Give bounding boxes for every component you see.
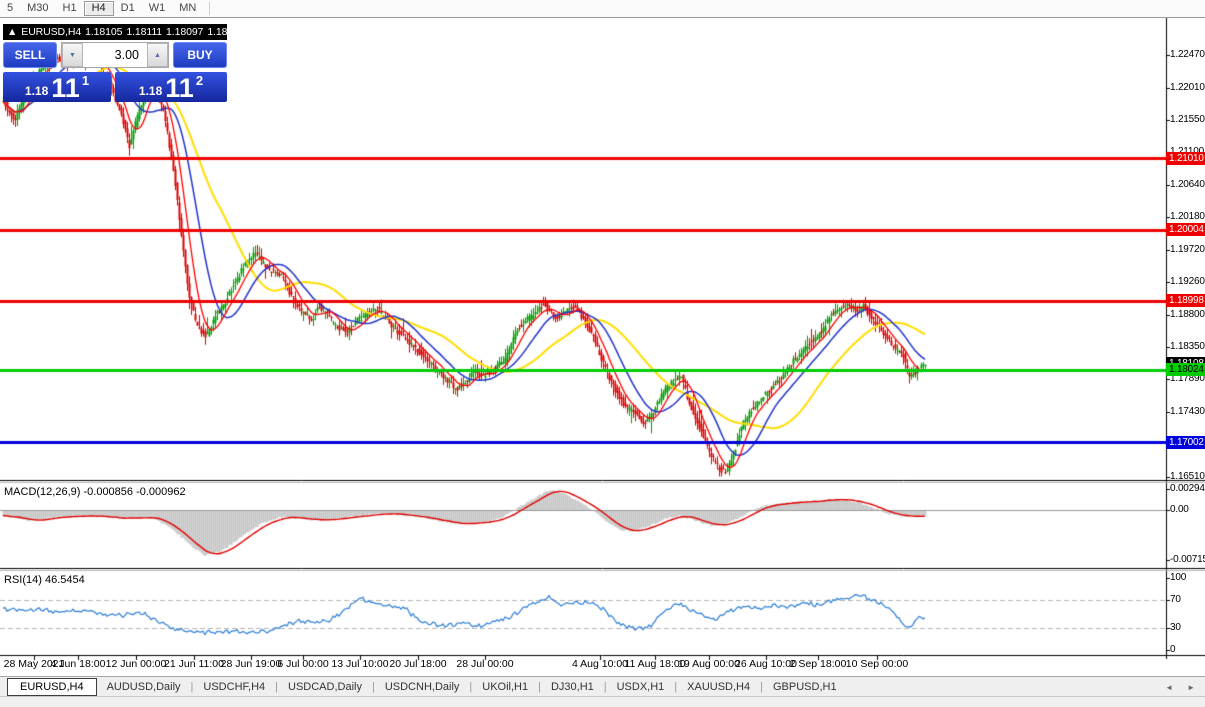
rsi-value: 46.5454 <box>45 574 85 586</box>
mt4-terminal-window: { "toolbar": { "timeframes": ["5", "M30"… <box>0 0 1205 707</box>
date-axis-label: 21 Jun 11:00 <box>164 658 224 670</box>
date-axis-label: 13 Jul 10:00 <box>331 658 388 670</box>
date-axis-label: 26 Aug 10:00 <box>735 658 797 670</box>
price-line-label: 1.20004 <box>1166 223 1205 236</box>
timeframe-button-d1[interactable]: D1 <box>114 1 142 16</box>
sell-price-display[interactable]: 1.18 11 1 <box>3 72 111 102</box>
sell-price-main: 1.18 <box>25 84 48 98</box>
ohlc-open: 1.18105 <box>85 26 122 38</box>
price-axis-label: 1.16510 <box>1170 471 1205 482</box>
chart-tab[interactable]: USDX,H1 <box>607 679 675 695</box>
timeframe-button-m30[interactable]: M30 <box>20 1 55 16</box>
volume-stepper: ▼ 3.00 ▲ <box>61 42 169 68</box>
rsi-indicator-label: RSI(14) 46.5454 <box>4 574 85 586</box>
chart-symbol-period: EURUSD,H4 <box>21 26 81 38</box>
timeframe-button-h4[interactable]: H4 <box>84 1 114 16</box>
chart-tab[interactable]: XAUUSD,H4 <box>677 679 760 695</box>
price-axis-label: 1.22470 <box>1170 49 1205 60</box>
timeframe-button-w1[interactable]: W1 <box>142 1 173 16</box>
rsi-axis-label: 100 <box>1170 572 1186 583</box>
chart-tab[interactable]: USDCAD,Daily <box>278 679 372 695</box>
buy-price-main: 1.18 <box>139 84 162 98</box>
chart-tab[interactable]: AUDUSD,Daily <box>97 679 191 695</box>
price-axis-label: 1.19260 <box>1170 276 1205 287</box>
ohlc-high: 1.18111 <box>126 26 162 38</box>
price-line-label: 1.17002 <box>1166 436 1205 449</box>
date-axis-label: 11 Aug 18:00 <box>624 658 685 670</box>
buy-button[interactable]: BUY <box>173 42 227 68</box>
rsi-axis-label: 70 <box>1170 594 1181 605</box>
volume-decrease-icon[interactable]: ▼ <box>62 43 83 67</box>
date-axis-label: 28 Jun 19:00 <box>221 658 282 670</box>
date-axis-label: 4 Aug 10:00 <box>572 658 628 670</box>
macd-axis-label: -0.00715 <box>1170 554 1205 565</box>
ohlc-low: 1.18097 <box>166 26 203 38</box>
chart-tab[interactable]: USDCHF,H4 <box>193 679 275 695</box>
tab-scroll-buttons: ◄► <box>1165 683 1195 692</box>
price-line-label: 1.18024 <box>1166 363 1205 376</box>
macd-values: -0.000856 -0.000962 <box>83 486 185 498</box>
macd-axis-label: 0.002947 <box>1170 483 1205 494</box>
toolbar-separator <box>209 2 210 15</box>
macd-axis-label: 0.00 <box>1170 504 1189 515</box>
timeframe-toolbar: 5M30H1H4D1W1MN <box>0 0 1205 18</box>
collapse-panel-icon[interactable]: ▲ <box>7 26 17 38</box>
price-axis-label: 1.20180 <box>1170 211 1205 222</box>
macd-title: MACD(12,26,9) <box>4 486 80 498</box>
timeframe-button-5[interactable]: 5 <box>0 1 20 16</box>
buy-price-pips: 11 <box>165 75 194 101</box>
timeframe-button-mn[interactable]: MN <box>172 1 203 16</box>
date-axis-label: 12 Jun 00:00 <box>106 658 167 670</box>
sell-price-point: 1 <box>82 73 89 88</box>
date-axis-label: 2 Sep 18:00 <box>790 658 847 670</box>
sell-button[interactable]: SELL <box>3 42 57 68</box>
sell-price-pips: 11 <box>51 75 80 101</box>
rsi-axis-label: 30 <box>1170 622 1181 633</box>
date-axis-label: 19 Aug 00:00 <box>678 658 740 670</box>
status-bar <box>0 696 1205 707</box>
date-axis-label: 6 Jul 00:00 <box>277 658 328 670</box>
price-line-label: 1.21010 <box>1166 152 1205 165</box>
price-axis-label: 1.21550 <box>1170 114 1205 125</box>
date-axis-label: 20 Jul 18:00 <box>389 658 446 670</box>
price-axis-label: 1.20640 <box>1170 179 1205 190</box>
tab-scroll-left-icon[interactable]: ◄ <box>1165 683 1173 692</box>
volume-increase-icon[interactable]: ▲ <box>147 43 168 67</box>
ohlc-close: 1.18108 <box>207 26 227 38</box>
date-axis-label: 4 Jun 18:00 <box>51 658 106 670</box>
price-axis-label: 1.18800 <box>1170 309 1205 320</box>
chart-tab-bar: EURUSD,H4AUDUSD,Daily|USDCHF,H4|USDCAD,D… <box>0 676 1205 697</box>
chart-tab[interactable]: GBPUSD,H1 <box>763 679 847 695</box>
chart-tab[interactable]: USDCNH,Daily <box>375 679 470 695</box>
chart-canvas[interactable] <box>0 0 1205 707</box>
buy-price-display[interactable]: 1.18 11 2 <box>115 72 227 102</box>
chart-ohlc-title: ▲ EURUSD,H4 1.18105 1.18111 1.18097 1.18108 <box>3 24 227 40</box>
chart-tab-active[interactable]: EURUSD,H4 <box>7 678 97 696</box>
rsi-axis-label: 0 <box>1170 644 1175 655</box>
chart-tab[interactable]: DJ30,H1 <box>541 679 604 695</box>
chart-tab[interactable]: UKOil,H1 <box>472 679 538 695</box>
price-axis-label: 1.18350 <box>1170 341 1205 352</box>
price-axis-label: 1.19720 <box>1170 244 1205 255</box>
price-line-label: 1.18998 <box>1166 294 1205 307</box>
tab-scroll-right-icon[interactable]: ► <box>1187 683 1195 692</box>
date-axis-label: 10 Sep 00:00 <box>846 658 908 670</box>
rsi-title: RSI(14) <box>4 574 42 586</box>
timeframe-button-h1[interactable]: H1 <box>56 1 84 16</box>
buy-price-point: 2 <box>196 73 203 88</box>
date-axis-label: 28 Jul 00:00 <box>456 658 513 670</box>
macd-indicator-label: MACD(12,26,9) -0.000856 -0.000962 <box>4 486 186 498</box>
volume-value[interactable]: 3.00 <box>83 43 147 67</box>
price-axis-label: 1.22010 <box>1170 82 1205 93</box>
price-axis-label: 1.17430 <box>1170 406 1205 417</box>
one-click-trading-panel: SELL ▼ 3.00 ▲ BUY 1.18 11 1 1.18 11 2 <box>3 42 227 100</box>
